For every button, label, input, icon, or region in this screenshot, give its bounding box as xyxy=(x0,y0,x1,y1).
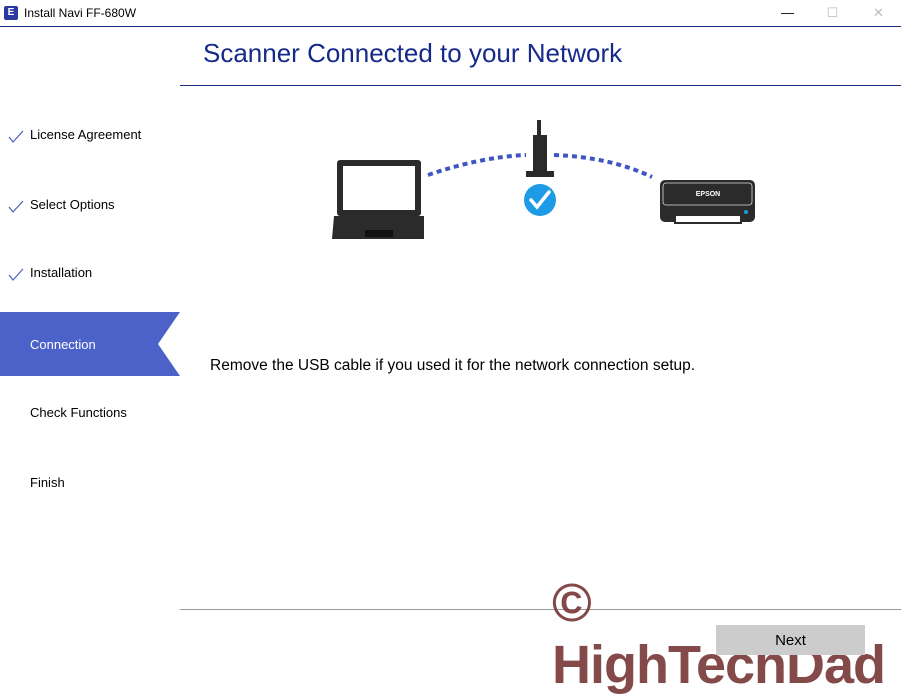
instruction-message: Remove the USB cable if you used it for … xyxy=(210,357,696,374)
laptop-icon xyxy=(332,160,424,239)
scanner-icon: EPSON xyxy=(660,180,755,224)
page-title: Scanner Connected to your Network xyxy=(203,38,623,68)
checkmark-icon xyxy=(8,268,24,281)
active-step-indicator xyxy=(158,312,180,376)
window-title: Install Navi FF-680W xyxy=(24,6,137,20)
step-label: Connection xyxy=(30,337,96,352)
router-icon xyxy=(526,120,554,177)
scanner-brand: EPSON xyxy=(696,191,721,198)
step-label: Check Functions xyxy=(30,405,127,420)
step-label: Finish xyxy=(30,475,65,490)
wifi-signal-left xyxy=(427,153,527,177)
steps-sidebar: License Agreement Select Options Install… xyxy=(0,27,180,677)
step-finish: Finish xyxy=(0,450,180,514)
minimize-button[interactable]: — xyxy=(765,0,810,26)
step-installation: Installation xyxy=(0,240,180,304)
wifi-signal-right xyxy=(553,153,653,179)
next-button[interactable]: Next xyxy=(716,625,865,655)
network-illustration: EPSON xyxy=(332,120,755,239)
title-bar: E Install Navi FF-680W — ☐ ✕ xyxy=(0,0,901,27)
success-check-icon xyxy=(524,184,556,216)
checkmark-icon xyxy=(8,200,24,213)
step-label: Select Options xyxy=(30,197,115,212)
close-button[interactable]: ✕ xyxy=(856,0,901,26)
app-icon: E xyxy=(4,6,18,20)
checkmark-icon xyxy=(8,130,24,143)
maximize-button[interactable]: ☐ xyxy=(810,0,855,26)
step-select-options: Select Options xyxy=(0,172,180,236)
divider xyxy=(180,85,901,86)
step-label: Installation xyxy=(30,265,93,280)
step-license-agreement: License Agreement xyxy=(0,102,180,166)
step-check-functions: Check Functions xyxy=(0,380,180,444)
step-label: License Agreement xyxy=(30,127,142,142)
step-connection: Connection xyxy=(0,312,180,376)
